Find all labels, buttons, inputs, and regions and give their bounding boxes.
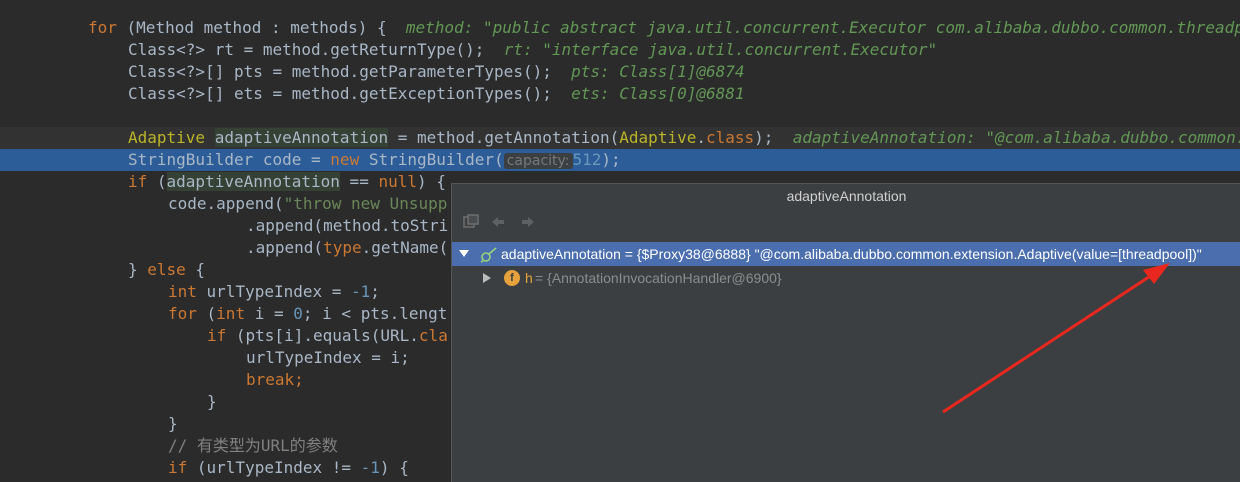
code-text: .getName(	[361, 238, 449, 257]
code-text: Class<?>[] ets = method.getExceptionType…	[128, 84, 572, 103]
keyword: break;	[246, 370, 304, 389]
parameter-hint: capacity:	[503, 153, 573, 169]
code-text: urlTypeIndex = i;	[246, 348, 410, 367]
code-text: Class<?> rt = method.getReturnType();	[128, 40, 504, 59]
keyword: for	[168, 304, 197, 323]
keyword: null	[378, 172, 417, 191]
code-line: Class<?>[] pts = method.getParameterType…	[0, 61, 1240, 83]
code-text: i =	[245, 304, 294, 323]
code-text: StringBuilder code =	[128, 150, 331, 169]
code-line: Class<?>[] ets = method.getExceptionType…	[0, 83, 1240, 105]
back-icon[interactable]	[490, 214, 506, 230]
code-text: (urlTypeIndex !=	[187, 458, 361, 477]
code-text: ;	[370, 282, 380, 301]
keyword: int	[168, 282, 197, 301]
code-text: ) {	[416, 172, 446, 191]
number-literal: 512	[572, 150, 602, 169]
code-text: (pts[i].equals(URL.	[226, 326, 419, 345]
inline-debug-value: rt: "interface java.util.concurrent.Exec…	[503, 40, 938, 59]
expand-icon[interactable]	[482, 266, 492, 297]
code-text: .append(	[246, 238, 324, 257]
code-line: for (Method method : methods) { method: …	[0, 17, 1240, 39]
keyword: if	[128, 172, 148, 191]
keyword: int	[216, 304, 246, 323]
number-literal: -1	[351, 282, 371, 301]
field-icon: f	[504, 270, 520, 286]
code-text: .	[696, 128, 706, 147]
code-line: Class<?> rt = method.getReturnType(); rt…	[0, 39, 1240, 61]
code-text: Class<?>[] pts = method.getParameterType…	[128, 62, 572, 81]
code-text: );	[754, 128, 793, 147]
number-literal: 0	[293, 304, 303, 323]
restore-icon[interactable]	[463, 214, 479, 230]
number-literal: -1	[360, 458, 380, 477]
code-text: {	[185, 260, 206, 279]
keyword: new	[330, 150, 360, 169]
code-text: ==	[339, 172, 379, 191]
keyword: if	[168, 458, 188, 477]
code-text: ) {	[379, 458, 409, 477]
annotation-type: Adaptive	[128, 128, 206, 147]
debug-value-popup[interactable]: adaptiveAnnotation adaptiveAnnotation = …	[451, 183, 1240, 482]
highlighted-variable: adaptiveAnnotation	[166, 172, 340, 191]
keyword: else	[147, 260, 186, 279]
keyword: cla	[418, 326, 448, 345]
code-text: urlTypeIndex =	[196, 282, 352, 301]
keyword: if	[207, 326, 227, 345]
code-text: (	[196, 304, 217, 323]
tree-row-adaptive-annotation[interactable]: adaptiveAnnotation = {$Proxy38@6888} "@c…	[452, 242, 1240, 266]
popup-title: adaptiveAnnotation	[786, 188, 907, 204]
inline-debug-value: pts: Class[1]@6874	[571, 62, 745, 81]
code-text: code.append(	[168, 194, 284, 213]
execution-line: StringBuilder code = new StringBuilder(c…	[0, 149, 1240, 171]
annotation-type: Adaptive	[619, 128, 697, 147]
string-literal: "throw new Unsupp	[283, 194, 448, 213]
popup-toolbar	[452, 210, 1240, 236]
code-comment: // 有类型为URL的参数	[168, 436, 338, 455]
field-name: h	[525, 270, 533, 286]
code-text: }	[168, 414, 178, 433]
keyword: class	[705, 128, 755, 147]
tree-row-text: adaptiveAnnotation = {$Proxy38@6888} "@c…	[501, 246, 1202, 262]
keyword: for	[88, 18, 117, 37]
inline-debug-value: adaptiveAnnotation: "@com.alibaba.dubbo.…	[792, 128, 1240, 147]
code-text: StringBuilder(	[359, 150, 504, 169]
field-value: = {AnnotationInvocationHandler@6900}	[535, 270, 782, 286]
inline-debug-value: method: "public abstract java.util.concu…	[405, 18, 1240, 37]
code-text: (Method method : methods) {	[116, 18, 406, 37]
code-text: );	[601, 150, 621, 169]
code-text: }	[207, 392, 217, 411]
field-reference: type	[323, 238, 362, 257]
forward-icon[interactable]	[520, 214, 536, 230]
tree-row-h[interactable]: f h = {AnnotationInvocationHandler@6900}	[452, 266, 1240, 290]
code-text: = method.getAnnotation(	[388, 128, 620, 147]
code-text: }	[128, 260, 148, 279]
inline-debug-value: ets: Class[0]@6881	[571, 84, 745, 103]
code-text: (	[147, 172, 167, 191]
highlighted-variable: adaptiveAnnotation	[214, 128, 389, 147]
code-text: .append(method.toStri	[246, 216, 449, 235]
code-text: ; i < pts.lengt	[302, 304, 448, 323]
code-line: Adaptive adaptiveAnnotation = method.get…	[0, 127, 1240, 149]
